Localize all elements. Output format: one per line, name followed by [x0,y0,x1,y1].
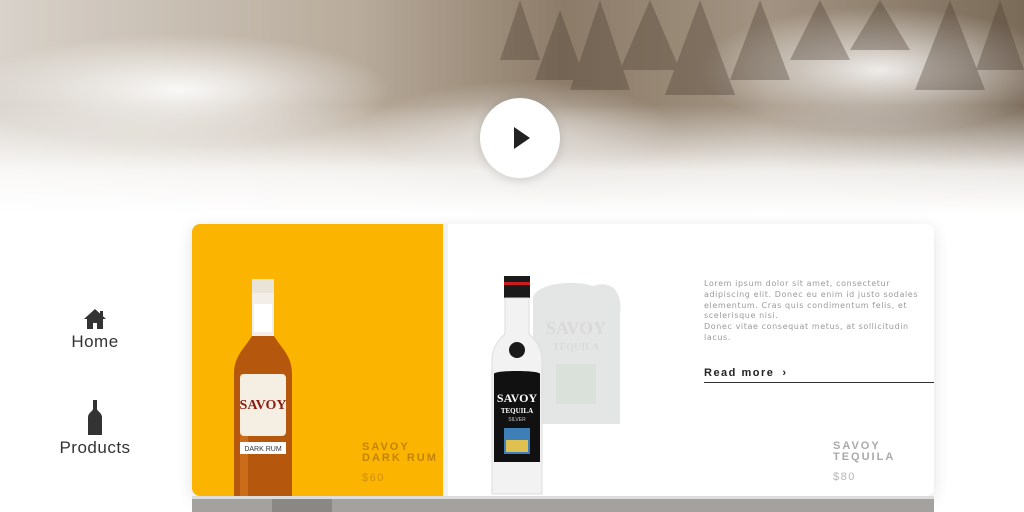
product-name-line2: TEQUILA [833,451,896,463]
next-card-preview [192,496,934,512]
play-icon [514,127,530,149]
read-more-label: Read more [704,367,775,379]
product-card: SAVOY DARK RUM SAVOY DARK RUM $60 SAVOY … [192,224,934,496]
tequila-bottle-image: SAVOY TEQUILA SAVOY TEQUILA SILVER [491,276,621,495]
tequila-bottle-sublabel2-text: SILVER [508,417,526,423]
product-tile-tequila[interactable]: SAVOY TEQUILA SAVOY TEQUILA SILVER Lorem… [448,224,934,496]
nav-label-products: Products [59,438,131,457]
nav-item-home[interactable]: Home [50,308,140,352]
home-icon [84,309,106,329]
product-description: Lorem ipsum dolor sit amet, consectetur … [704,279,928,344]
bottle-icon [88,400,102,435]
tequila-caption: SAVOY TEQUILA $80 [833,441,896,484]
hero-banner [0,0,1024,215]
product-name-line2: DARK RUM [362,452,438,464]
description-paragraph-2: Donec vitae consequat metus, at sollicit… [704,322,909,342]
read-more-link[interactable]: Read more › [704,367,934,383]
rum-bottle-sublabel-text: DARK RUM [244,446,282,453]
description-paragraph-1: Lorem ipsum dolor sit amet, consectetur … [704,279,919,321]
faded-label-brand: SAVOY [546,318,606,338]
play-video-button[interactable] [480,98,560,178]
next-card-image [272,499,332,512]
dark-rum-caption: SAVOY DARK RUM $60 [362,442,438,485]
product-price: $60 [362,472,385,484]
nav-item-products[interactable]: Products [50,400,140,458]
nav-label-home: Home [71,332,119,351]
tequila-bottle-brand-text: SAVOY [497,391,538,405]
product-price: $80 [833,471,856,483]
rum-bottle-brand-text: SAVOY [240,398,287,413]
faded-label-sublabel: TEQUILA [553,342,600,353]
product-tile-dark-rum[interactable]: SAVOY DARK RUM SAVOY DARK RUM $60 [192,224,443,496]
tequila-bottle-sublabel-text: TEQUILA [501,407,533,415]
chevron-right-icon: › [782,367,788,379]
